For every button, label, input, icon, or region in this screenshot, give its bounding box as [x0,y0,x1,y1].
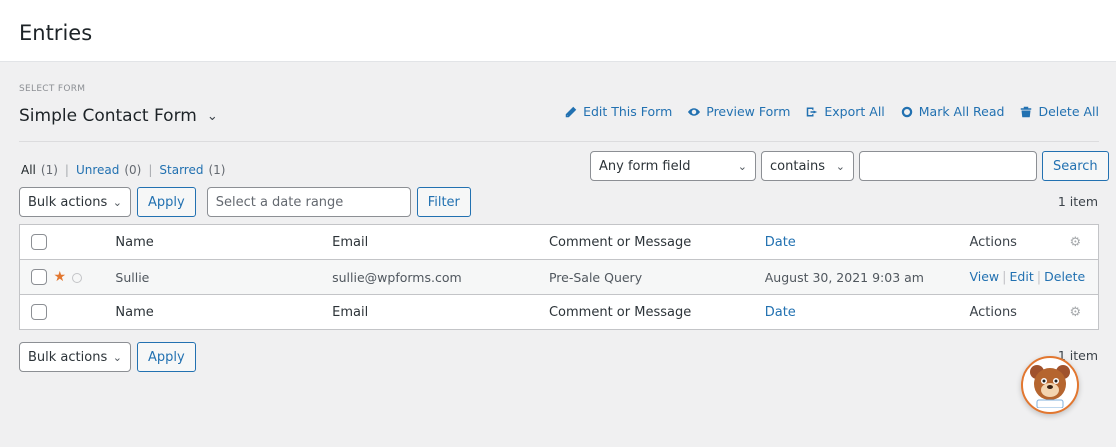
apply-button-bottom[interactable]: Apply [137,342,196,372]
page-title: Entries [19,21,93,45]
row-checkbox[interactable] [31,269,47,285]
chevron-down-icon: ⌄ [835,159,845,173]
cell-name: Sullie [115,269,150,285]
bulk-actions-select[interactable]: Bulk actions ⌄ [19,187,131,217]
section-divider [19,141,1099,142]
eye-icon [688,107,701,116]
view-all-link[interactable]: All [21,163,36,177]
column-footer-name: Name [115,304,154,320]
bottom-table-controls: Bulk actions ⌄ Apply [19,342,196,372]
chevron-down-icon: ⌄ [737,159,747,173]
column-header-date[interactable]: Date [765,235,796,250]
column-header-name: Name [115,234,154,250]
gear-icon[interactable]: ⚙ [1069,305,1081,320]
chevron-down-icon: ⌄ [206,109,218,124]
table-header-row: Name Email Comment or Message Date Actio… [19,225,1099,260]
star-icon[interactable]: ★ [53,269,66,285]
row-actions: View | Edit | Delete [969,269,1086,285]
page-header: Entries [0,0,1116,62]
cell-comment: Pre-Sale Query [548,269,643,285]
view-entry-link[interactable]: View [969,269,999,284]
gear-icon[interactable]: ⚙ [1069,235,1081,250]
cell-date: August 30, 2021 9:03 am [764,269,924,285]
export-icon [807,107,818,116]
search-operator-select[interactable]: contains ⌄ [761,151,854,181]
export-all-link[interactable]: Export All [806,104,885,119]
items-count: 1 item [1057,194,1098,209]
select-all-cell [20,225,54,260]
form-actions: Edit This Form Preview Form Export All M… [565,104,1099,119]
search-field-select[interactable]: Any form field ⌄ [590,151,756,181]
column-footer-comment: Comment or Message [548,304,692,320]
column-header-actions: Actions [969,234,1017,250]
top-table-controls: Bulk actions ⌄ Apply Select a date range… [19,187,471,217]
view-separator: | [148,163,153,177]
delete-entry-link[interactable]: Delete [1044,269,1085,284]
edit-entry-link[interactable]: Edit [1010,269,1034,284]
form-selector[interactable]: Simple Contact Form ⌄ [19,102,218,129]
search-input[interactable] [859,151,1037,181]
table-row: ★ Sullie sullie@wpforms.com Pre-Sale Que… [19,259,1099,295]
view-unread-link[interactable]: Unread [76,163,119,177]
edit-form-link[interactable]: Edit This Form [565,104,672,119]
view-filters: All (1) | Unread (0) | Starred (1) [21,163,225,177]
trash-icon [1021,106,1032,117]
entries-table: Name Email Comment or Message Date Actio… [19,224,1099,330]
view-unread-count: (0) [124,163,142,177]
column-footer-date[interactable]: Date [765,305,796,320]
cell-email: sullie@wpforms.com [332,269,462,285]
bulk-actions-select-bottom[interactable]: Bulk actions ⌄ [19,342,131,372]
apply-button[interactable]: Apply [137,187,196,217]
search-button[interactable]: Search [1042,151,1109,181]
filter-button[interactable]: Filter [416,187,471,217]
wpforms-bear-icon[interactable] [1021,356,1079,414]
column-footer-email: Email [332,304,369,320]
circle-icon [901,106,913,117]
column-header-email: Email [332,234,369,250]
chevron-down-icon: ⌄ [112,350,122,364]
view-starred-link[interactable]: Starred [159,163,203,177]
column-footer-actions: Actions [969,304,1017,320]
select-all-checkbox-footer[interactable] [31,304,47,320]
view-all-count: (1) [40,163,58,177]
preview-form-link[interactable]: Preview Form [688,104,790,119]
select-all-checkbox[interactable] [31,234,47,250]
view-separator: | [64,163,69,177]
chevron-down-icon: ⌄ [112,195,122,209]
table-footer-row: Name Email Comment or Message Date Actio… [20,295,1099,330]
date-range-input[interactable]: Select a date range [206,187,411,217]
bear-face [1030,365,1070,408]
select-form-label: SELECT FORM [19,84,86,94]
column-header-comment: Comment or Message [548,234,692,250]
read-status-icon[interactable] [72,272,83,283]
mark-all-read-link[interactable]: Mark All Read [901,104,1004,119]
delete-all-link[interactable]: Delete All [1020,104,1099,119]
view-starred-count: (1) [208,163,226,177]
search-box: Any form field ⌄ contains ⌄ Search [590,151,1109,181]
pencil-icon [565,106,577,117]
form-selector-value: Simple Contact Form [19,105,197,126]
